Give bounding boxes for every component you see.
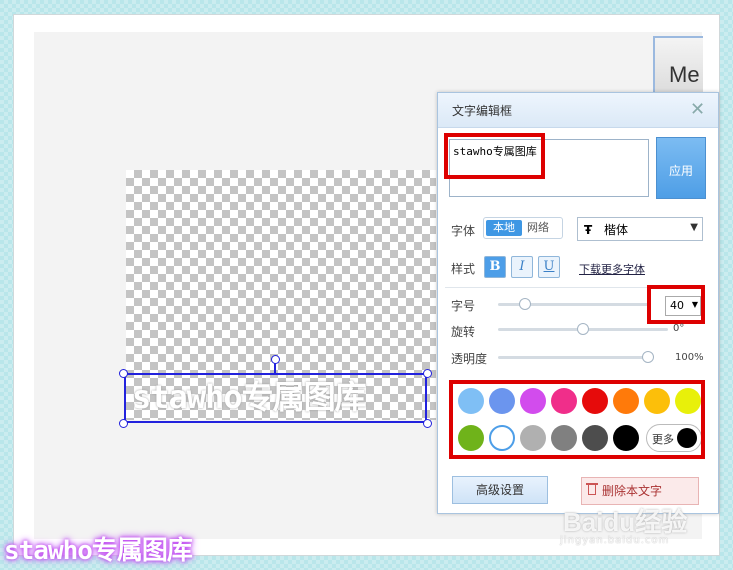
highlight-size [647, 285, 705, 324]
close-icon[interactable]: ✕ [690, 99, 705, 120]
opacity-value: 100% [675, 352, 704, 363]
dialog-title-bar: 文字编辑框 ✕ [438, 93, 718, 128]
apply-button[interactable]: 应用 [656, 137, 706, 199]
underline-button[interactable]: U [538, 256, 560, 278]
resize-handle-bottom-right[interactable] [423, 419, 432, 428]
delete-text-button[interactable]: 删除本文字 [581, 477, 699, 505]
font-type-icon: Ŧ [584, 223, 593, 237]
font-family-value: 楷体 [604, 223, 629, 237]
baidu-logo: Baidu经验 [563, 507, 688, 537]
italic-button[interactable]: I [511, 256, 533, 278]
size-label: 字号 [451, 299, 476, 313]
canvas-text-layer[interactable]: stawho专属图库 [132, 374, 432, 420]
delete-text-label: 删除本文字 [602, 484, 663, 498]
opacity-slider-track[interactable] [498, 356, 654, 359]
bold-button[interactable]: B [484, 256, 506, 278]
font-source-toggle: 本地 网络 [483, 217, 563, 239]
font-label: 字体 [451, 224, 476, 238]
trash-icon [588, 485, 596, 495]
highlight-palette [449, 380, 705, 459]
resize-handle-bottom-left[interactable] [119, 419, 128, 428]
dialog-title: 文字编辑框 [452, 104, 513, 118]
chevron-down-icon: ▼ [690, 222, 698, 233]
opacity-label: 透明度 [451, 352, 488, 366]
font-source-net[interactable]: 网络 [527, 220, 549, 236]
rotate-label: 旋转 [451, 325, 476, 339]
size-slider-knob[interactable] [518, 298, 531, 310]
rotate-value: 0° [673, 323, 685, 334]
me-button[interactable]: Me [653, 36, 703, 96]
font-source-local[interactable]: 本地 [486, 220, 522, 236]
baidu-url: jingyan.baidu.com [560, 535, 670, 546]
resize-handle-top-left[interactable] [119, 369, 128, 378]
rotate-slider-knob[interactable] [577, 323, 589, 335]
resize-handle-top-right[interactable] [423, 369, 432, 378]
rotate-handle[interactable] [271, 355, 280, 364]
advanced-settings-button[interactable]: 高级设置 [452, 476, 548, 504]
download-fonts-link[interactable]: 下载更多字体 [579, 261, 645, 277]
highlight-text-input [444, 133, 545, 179]
style-label: 样式 [451, 262, 476, 276]
watermark-text: stawho专属图库 [4, 536, 193, 566]
font-family-select[interactable]: Ŧ 楷体 ▼ [577, 217, 703, 241]
opacity-slider-knob[interactable] [642, 351, 654, 363]
